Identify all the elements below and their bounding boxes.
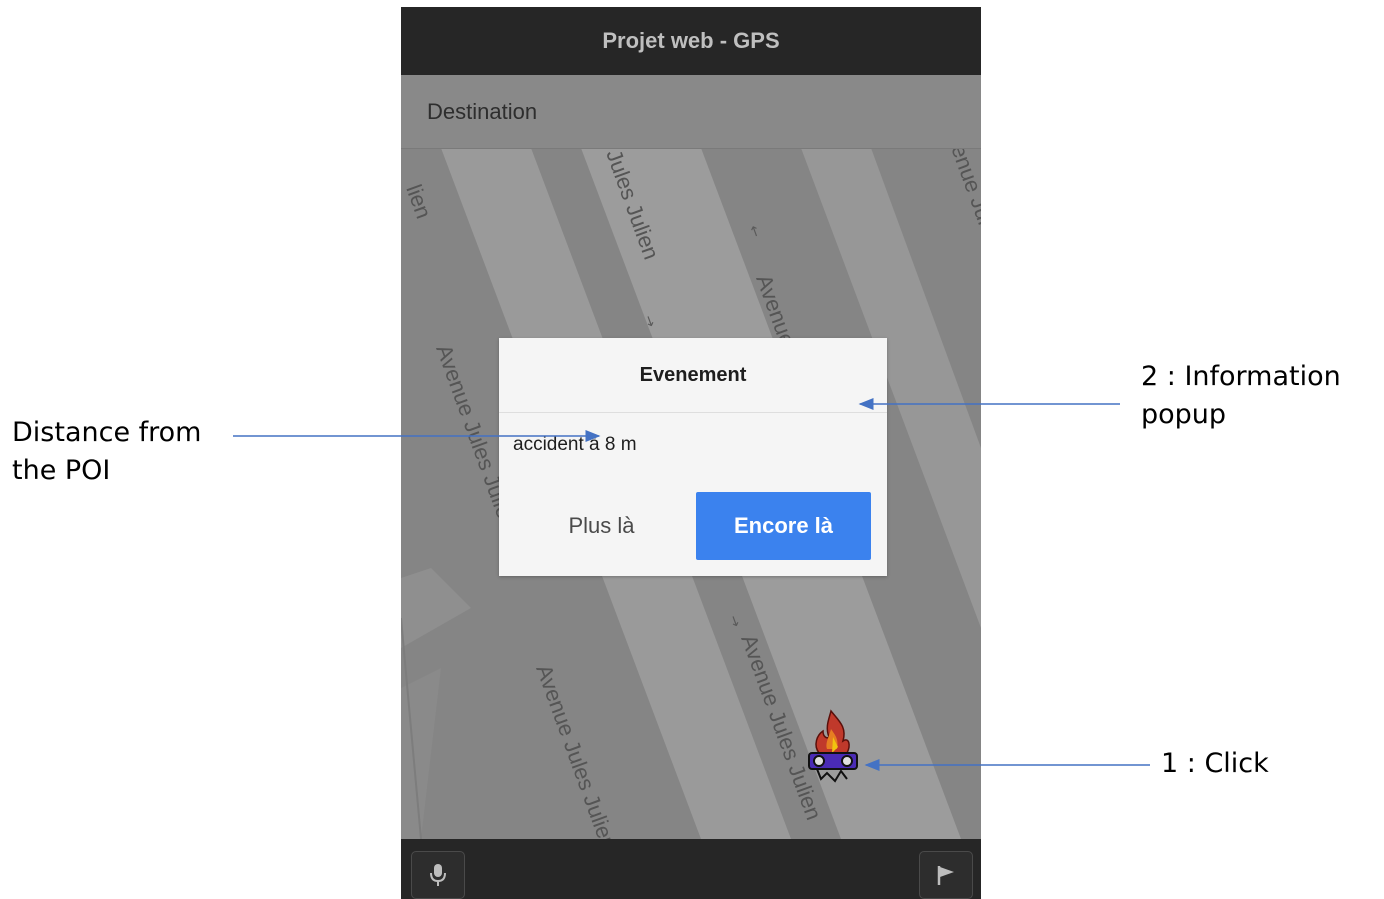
direction-arrow-icon: ↓ (727, 613, 743, 632)
street-label: lien (401, 181, 436, 222)
destination-bar (401, 75, 981, 149)
destination-input[interactable] (427, 98, 947, 125)
street-label: enue Jules (946, 148, 981, 250)
popup-title: Evenement (499, 338, 887, 413)
annotation-distance: Distance from the POI (12, 414, 201, 490)
app-title-bar: Projet web - GPS (401, 7, 981, 75)
annotation-info-line2: popup (1141, 399, 1227, 430)
annotation-distance-line2: the POI (12, 455, 111, 486)
information-popup: Evenement accident à 8 m Plus là Encore … (499, 338, 887, 576)
encore-la-button[interactable]: Encore là (696, 492, 871, 560)
popup-message: accident à 8 m (513, 434, 637, 455)
street-label: Avenue Jules Julien (531, 661, 621, 839)
bottom-toolbar (401, 839, 981, 899)
plus-la-button[interactable]: Plus là (509, 492, 694, 560)
direction-arrow-icon: ↑ (747, 223, 763, 242)
app-title: Projet web - GPS (602, 28, 780, 53)
annotation-info-popup: 2 : Information popup (1141, 358, 1341, 434)
flag-button[interactable] (919, 851, 973, 899)
annotation-click-text: 1 : Click (1161, 748, 1269, 779)
flag-icon (937, 866, 954, 885)
annotation-distance-line1: Distance from (12, 417, 202, 448)
map-block (401, 568, 471, 648)
microphone-button[interactable] (411, 851, 465, 899)
annotation-info-line1: 2 : Information (1141, 361, 1341, 392)
microphone-icon (430, 864, 446, 886)
phone-screen: Projet web - GPS ↑ ↓ ↓ Jules Julien Aven… (401, 7, 981, 899)
annotation-click: 1 : Click (1161, 745, 1269, 783)
accident-car-fire-icon[interactable] (805, 707, 861, 796)
